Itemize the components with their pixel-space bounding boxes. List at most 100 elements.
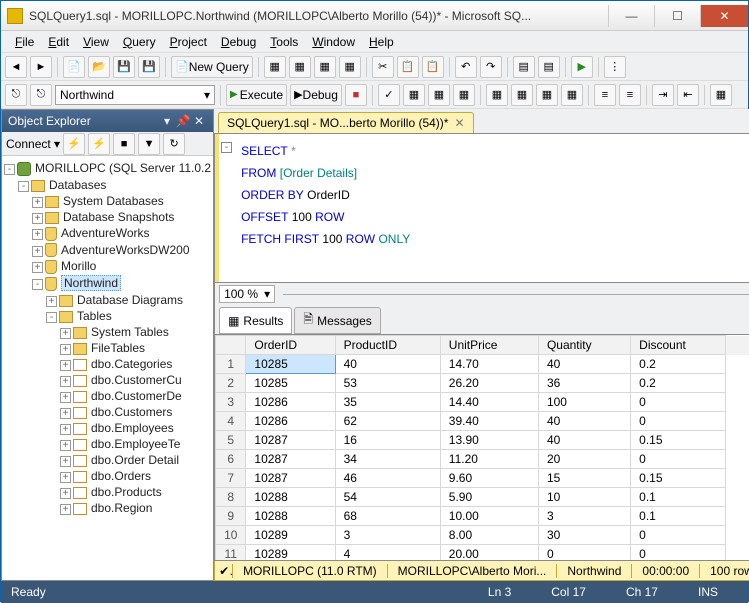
tree-aw[interactable]: AdventureWorks (61, 226, 149, 240)
new-query-button[interactable]: 📄 New Query (171, 56, 253, 78)
connect-tb-d[interactable]: ▼ (138, 133, 160, 155)
menu-file[interactable]: File (9, 33, 40, 51)
execute-button[interactable]: Execute (226, 84, 287, 106)
cell[interactable]: 10286 (246, 393, 335, 412)
connect-tb-b[interactable]: ⚡ (88, 133, 110, 155)
debug-button[interactable]: ▶ Debug (290, 84, 342, 106)
cell[interactable]: 68 (335, 507, 440, 526)
save-all-button[interactable]: 💾 (138, 56, 160, 78)
connect-button[interactable]: Connect ▾ (6, 137, 60, 151)
tree-northwind[interactable]: Northwind (61, 275, 121, 291)
tree-orders[interactable]: dbo.Orders (91, 469, 151, 483)
cell[interactable]: 3 (216, 393, 246, 412)
col-productid[interactable]: ProductID (335, 336, 440, 355)
cell[interactable]: 30 (538, 526, 630, 545)
tb2-g[interactable]: ▦ (511, 84, 533, 106)
tree-filetables[interactable]: FileTables (91, 341, 145, 355)
cell[interactable]: 10.00 (440, 507, 538, 526)
table-row[interactable]: 3102863514.401000 (216, 393, 749, 412)
table-row[interactable]: 710287469.60150.15 (216, 469, 749, 488)
cell[interactable]: 7 (216, 469, 246, 488)
cell[interactable]: 100 (538, 393, 630, 412)
active-document-tab[interactable]: SQLQuery1.sql - MO...berto Morillo (54))… (218, 112, 473, 133)
menu-edit[interactable]: Edit (42, 33, 75, 51)
cell[interactable]: 8 (216, 488, 246, 507)
outdent-button[interactable]: ⇤ (677, 84, 699, 106)
parse-button[interactable]: ✓ (378, 84, 400, 106)
menu-query[interactable]: Query (117, 33, 162, 51)
tree-snap[interactable]: Database Snapshots (63, 210, 174, 224)
cell[interactable]: 10288 (246, 488, 335, 507)
tree-server[interactable]: MORILLOPC (SQL Server 11.0.2 (35, 161, 211, 175)
tree-categories[interactable]: dbo.Categories (91, 357, 172, 371)
tb2-f[interactable]: ▦ (486, 84, 508, 106)
cell[interactable]: 14.70 (440, 355, 538, 374)
tb-btn-c[interactable]: ▦ (314, 56, 336, 78)
cell[interactable]: 10289 (246, 526, 335, 545)
tree-products[interactable]: dbo.Products (91, 485, 162, 499)
cell[interactable]: 15 (538, 469, 630, 488)
cell[interactable]: 0 (631, 412, 726, 431)
cell[interactable]: 40 (538, 431, 630, 450)
cell[interactable]: 39.40 (440, 412, 538, 431)
menu-debug[interactable]: Debug (215, 33, 262, 51)
cell[interactable]: 11 (216, 545, 246, 562)
cell[interactable]: 10285 (246, 355, 335, 374)
cell[interactable]: 1 (216, 355, 246, 374)
cell[interactable]: 13.90 (440, 431, 538, 450)
tab-close-icon[interactable]: ✕ (454, 116, 464, 130)
cell[interactable]: 40 (335, 355, 440, 374)
cell[interactable]: 0 (631, 526, 726, 545)
connect-tb-e[interactable]: ↻ (163, 133, 185, 155)
cell[interactable]: 0 (538, 545, 630, 562)
tree-systables[interactable]: System Tables (91, 325, 169, 339)
table-row[interactable]: 1102854014.70400.2 (216, 355, 749, 374)
tb-btn-e[interactable]: ▤ (513, 56, 535, 78)
close-button[interactable]: ✕ (700, 5, 748, 27)
tree-diagrams[interactable]: Database Diagrams (77, 293, 183, 307)
cell[interactable]: 0 (631, 393, 726, 412)
tree-tables[interactable]: Tables (77, 309, 112, 323)
tree-region[interactable]: dbo.Region (91, 501, 152, 515)
tb2-c[interactable]: ▦ (403, 84, 425, 106)
cell[interactable]: 10287 (246, 469, 335, 488)
cell[interactable]: 10287 (246, 450, 335, 469)
cell[interactable]: 9.60 (440, 469, 538, 488)
nav-fwd-button[interactable]: ► (30, 56, 52, 78)
table-row[interactable]: 5102871613.90400.15 (216, 431, 749, 450)
cell[interactable]: 46 (335, 469, 440, 488)
cell[interactable]: 16 (335, 431, 440, 450)
cell[interactable]: 0.15 (631, 469, 726, 488)
cell[interactable]: 3 (335, 526, 440, 545)
cell[interactable]: 11.20 (440, 450, 538, 469)
tb2-i[interactable]: ▦ (561, 84, 583, 106)
cell[interactable]: 5 (216, 431, 246, 450)
tree-employeete[interactable]: dbo.EmployeeTe (91, 437, 180, 451)
cancel-query-button[interactable]: ■ (345, 84, 367, 106)
tb2-e[interactable]: ▦ (453, 84, 475, 106)
tree-databases[interactable]: Databases (49, 178, 106, 192)
menu-tools[interactable]: Tools (264, 33, 304, 51)
cut-button[interactable]: ✂ (372, 56, 394, 78)
cell[interactable]: 36 (538, 374, 630, 393)
maximize-button[interactable]: ☐ (654, 5, 700, 27)
cell[interactable]: 8.00 (440, 526, 538, 545)
cell[interactable]: 10289 (246, 545, 335, 562)
database-selector[interactable]: Northwind▾ (55, 85, 215, 105)
table-row[interactable]: 6102873411.20200 (216, 450, 749, 469)
new-project-button[interactable]: 📄 (63, 56, 85, 78)
tb2-k[interactable]: ≡ (619, 84, 641, 106)
tb-btn-d[interactable]: ▦ (339, 56, 361, 78)
cell[interactable]: 0.2 (631, 374, 726, 393)
panel-pin-icon[interactable]: 📌 (175, 114, 191, 128)
cell[interactable]: 20.00 (440, 545, 538, 562)
cell[interactable]: 0.15 (631, 431, 726, 450)
tree-customers[interactable]: dbo.Customers (91, 405, 172, 419)
menu-project[interactable]: Project (164, 33, 213, 51)
menu-window[interactable]: Window (306, 33, 361, 51)
tree-sysdb[interactable]: System Databases (63, 194, 164, 208)
cell[interactable]: 26.20 (440, 374, 538, 393)
tree-employees[interactable]: dbo.Employees (91, 421, 174, 435)
cell[interactable]: 3 (538, 507, 630, 526)
object-tree[interactable]: -MORILLOPC (SQL Server 11.0.2 -Databases… (2, 156, 213, 580)
